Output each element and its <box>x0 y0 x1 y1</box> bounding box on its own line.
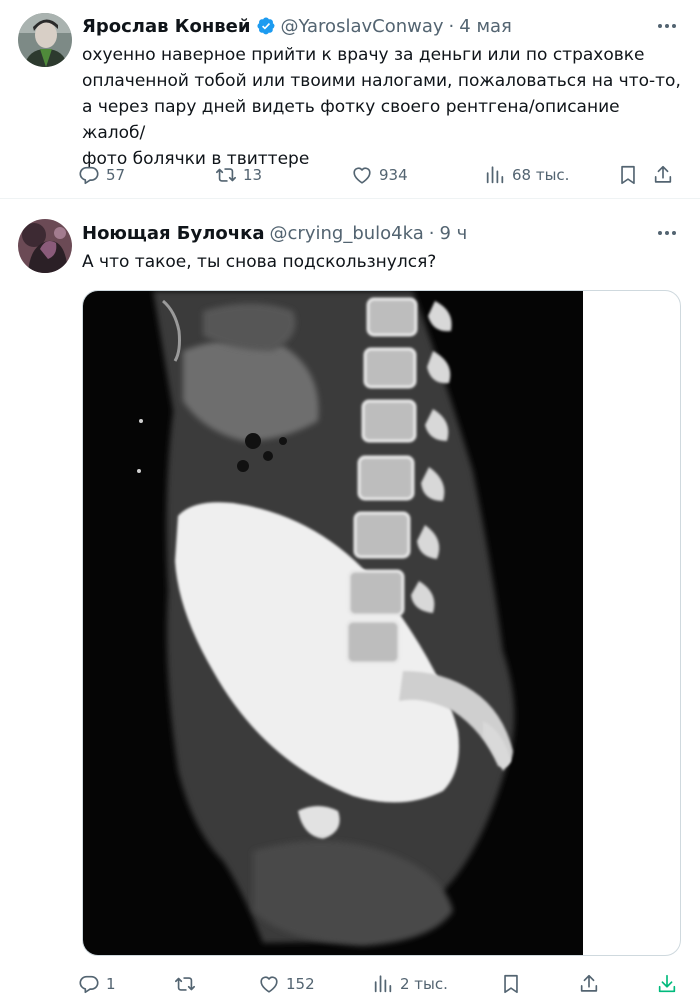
views-count: 68 тыс. <box>512 166 570 184</box>
ct-scan-image <box>83 291 583 955</box>
display-name[interactable]: Ноющая Булочка <box>82 223 265 244</box>
tweet-header: Ярослав Конвей @YaroslavConway · 4 мая <box>82 12 512 40</box>
retweet-icon <box>216 168 236 182</box>
like-button[interactable]: 934 <box>351 160 408 190</box>
separator: · <box>448 15 455 37</box>
like-count: 934 <box>379 166 408 184</box>
tweet-text: А что такое, ты снова подскользнулся? <box>82 252 437 272</box>
handle[interactable]: @YaroslavConway <box>281 16 444 37</box>
avatar[interactable] <box>18 219 72 273</box>
share-icon <box>580 974 598 992</box>
reply-button[interactable]: 57 <box>78 160 125 190</box>
more-icon[interactable] <box>654 223 680 243</box>
verified-badge-icon <box>256 16 276 36</box>
download-button[interactable] <box>656 969 678 999</box>
tweet-actions: 1 152 2 тыс. <box>78 969 686 999</box>
retweet-button[interactable] <box>174 969 202 999</box>
views-icon <box>374 975 392 993</box>
tweet[interactable]: Ноющая Булочка @crying_bulo4ka · 9 ч А ч… <box>0 199 700 1007</box>
reply-count: 1 <box>106 975 116 993</box>
tweet-text: охуенно наверное прийти к врачу за деньг… <box>82 45 681 169</box>
separator: · <box>428 222 435 244</box>
share-button[interactable] <box>652 160 674 190</box>
views-count: 2 тыс. <box>400 975 448 993</box>
bookmark-icon <box>504 974 518 994</box>
tweet-actions: 57 13 934 68 тыс. <box>78 160 686 190</box>
share-button[interactable] <box>578 969 600 999</box>
display-name[interactable]: Ярослав Конвей <box>82 16 251 37</box>
bookmark-button[interactable] <box>500 969 522 999</box>
bookmark-icon <box>621 165 635 185</box>
views-button[interactable]: 2 тыс. <box>372 969 448 999</box>
handle[interactable]: @crying_bulo4ka <box>270 223 424 244</box>
download-icon <box>658 974 676 993</box>
reply-button[interactable]: 1 <box>78 969 116 999</box>
tweet-header: Ноющая Булочка @crying_bulo4ka · 9 ч <box>82 219 467 247</box>
timestamp[interactable]: 4 мая <box>459 16 512 37</box>
share-icon <box>654 165 672 183</box>
timestamp[interactable]: 9 ч <box>440 223 468 244</box>
retweet-icon <box>175 977 195 991</box>
bookmark-button[interactable] <box>617 160 639 190</box>
more-icon[interactable] <box>654 16 680 36</box>
reply-icon <box>79 975 99 994</box>
retweet-button[interactable]: 13 <box>215 160 262 190</box>
like-icon <box>353 167 371 184</box>
avatar-image <box>18 13 72 67</box>
avatar[interactable] <box>18 13 72 67</box>
tweet-media[interactable] <box>82 290 681 956</box>
retweet-count: 13 <box>243 166 263 184</box>
reply-icon <box>79 166 99 185</box>
views-icon <box>486 166 504 184</box>
avatar-image <box>18 219 72 273</box>
views-button[interactable]: 68 тыс. <box>484 160 569 190</box>
like-button[interactable]: 152 <box>258 969 315 999</box>
like-icon <box>260 976 278 993</box>
tweet[interactable]: Ярослав Конвей @YaroslavConway · 4 мая о… <box>0 0 700 199</box>
reply-count: 57 <box>106 166 126 184</box>
like-count: 152 <box>286 975 315 993</box>
